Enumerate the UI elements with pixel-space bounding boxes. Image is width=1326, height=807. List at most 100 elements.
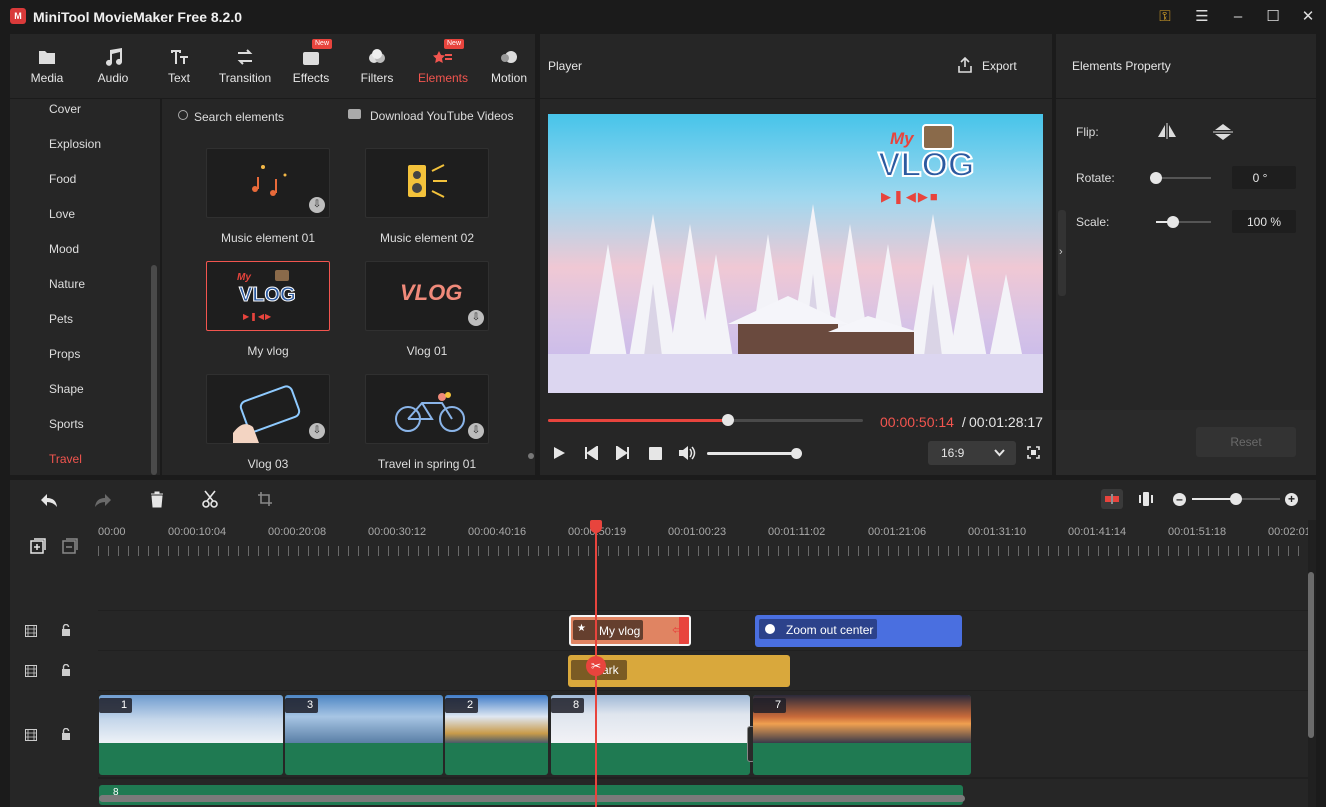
tab-elements[interactable]: New Elements: [410, 34, 476, 98]
category-item[interactable]: Sports: [49, 417, 84, 431]
close-button[interactable]: ✕: [1296, 6, 1320, 28]
clip-number: 7: [753, 698, 787, 713]
tab-text[interactable]: Text: [146, 34, 212, 98]
stop-icon[interactable]: [649, 447, 662, 460]
motion-clip-zoom-out[interactable]: Zoom out center: [755, 615, 962, 647]
element-clip-icon: ★: [577, 623, 586, 634]
tab-transition[interactable]: Transition: [212, 34, 278, 98]
category-item[interactable]: Cover: [49, 102, 81, 116]
redo-icon[interactable]: [94, 492, 112, 508]
category-item[interactable]: Mood: [49, 242, 79, 256]
element-thumb-music-02[interactable]: [365, 148, 489, 218]
zoom-knob[interactable]: [1230, 493, 1242, 505]
fit-timeline-icon[interactable]: [1139, 491, 1153, 507]
category-item[interactable]: Love: [49, 207, 75, 221]
collapse-handle[interactable]: ›: [1058, 210, 1066, 296]
vlog-small-text: My: [237, 272, 251, 283]
undo-icon[interactable]: [40, 492, 58, 508]
category-item-travel[interactable]: Travel: [49, 452, 82, 466]
scale-value: 100 %: [1246, 215, 1282, 229]
element-thumb-travel-spring-01[interactable]: ⇩: [365, 374, 489, 444]
vertical-scrollbar[interactable]: [1308, 572, 1314, 738]
category-item[interactable]: Nature: [49, 277, 85, 291]
tab-motion[interactable]: Motion: [476, 34, 542, 98]
element-thumb-vlog-01[interactable]: VLOG ⇩: [365, 261, 489, 331]
crop-icon[interactable]: [257, 491, 273, 507]
play-icon[interactable]: [552, 446, 566, 460]
element-label: Music element 02: [379, 231, 475, 245]
delete-icon[interactable]: [150, 491, 164, 508]
video-clip[interactable]: 1: [99, 695, 283, 775]
fullscreen-icon[interactable]: [1027, 446, 1040, 459]
lock-icon[interactable]: [61, 624, 71, 637]
lock-icon[interactable]: [61, 728, 71, 741]
time-separator: /: [958, 414, 970, 430]
menu-icon[interactable]: ☰: [1190, 6, 1214, 28]
element-thumb-my-vlog[interactable]: My VLOG ▶❚◀▶: [206, 261, 330, 331]
key-icon[interactable]: ⚿: [1153, 6, 1177, 28]
category-item[interactable]: Food: [49, 172, 76, 186]
rotate-knob[interactable]: [1150, 172, 1162, 184]
split-scissors-icon[interactable]: [202, 490, 218, 508]
zoom-in-icon[interactable]: +: [1285, 493, 1298, 506]
rotate-slider[interactable]: [1150, 172, 1211, 184]
category-item[interactable]: Pets: [49, 312, 73, 326]
download-icon[interactable]: ⇩: [468, 310, 484, 326]
progress-track[interactable]: [548, 414, 863, 426]
clip-number: 2: [445, 698, 479, 713]
progress-knob[interactable]: [721, 414, 734, 426]
flip-horizontal-icon[interactable]: [1156, 122, 1178, 140]
download-icon[interactable]: ⇩: [309, 423, 325, 439]
category-item[interactable]: Shape: [49, 382, 84, 396]
tab-effects[interactable]: New Effects: [278, 34, 344, 98]
effects-icon: [303, 52, 319, 65]
download-youtube-button[interactable]: Download YouTube Videos: [370, 109, 513, 123]
category-item[interactable]: Explosion: [49, 137, 101, 151]
download-icon[interactable]: ⇩: [468, 423, 484, 439]
video-clip[interactable]: 8: [551, 695, 750, 775]
search-input[interactable]: Search elements: [194, 110, 284, 124]
elements-library: Search elements Download YouTube Videos …: [162, 99, 535, 475]
snap-button[interactable]: [1101, 489, 1123, 509]
aspect-ratio-select[interactable]: 16:9: [928, 441, 1016, 465]
zoom-out-icon[interactable]: –: [1173, 493, 1186, 506]
tab-audio[interactable]: Audio: [80, 34, 146, 98]
previous-frame-icon[interactable]: [584, 446, 598, 460]
element-clip-my-vlog[interactable]: ★ My vlog ⇦: [569, 615, 691, 646]
ruler-tick: 00:00: [98, 526, 126, 538]
lock-icon[interactable]: [61, 664, 71, 677]
video-preview[interactable]: My VLOG ▶❚◀▶■: [548, 114, 1043, 393]
download-icon[interactable]: ⇩: [309, 197, 325, 213]
remove-track-icon[interactable]: [62, 538, 78, 554]
category-scrollbar[interactable]: [151, 265, 157, 475]
volume-icon[interactable]: [678, 445, 696, 461]
vlog-logo-text: VLOG: [239, 284, 297, 307]
export-button[interactable]: Export: [982, 59, 1017, 73]
scale-knob[interactable]: [1166, 216, 1179, 228]
playhead-handle[interactable]: [590, 520, 602, 533]
flip-vertical-icon[interactable]: [1212, 122, 1234, 142]
video-clip[interactable]: 2: [445, 695, 548, 775]
video-clip[interactable]: 7: [753, 695, 971, 775]
time-ruler[interactable]: 00:00 00:00:10:04 00:00:20:08 00:00:30:1…: [98, 520, 1308, 568]
split-scissors-icon[interactable]: ✂: [586, 656, 606, 676]
transition-arrows-icon: [237, 49, 253, 65]
element-thumb-vlog-03[interactable]: ⇩: [206, 374, 330, 444]
scale-input[interactable]: 100 %: [1232, 210, 1296, 233]
maximize-button[interactable]: ☐: [1261, 6, 1285, 28]
volume-knob[interactable]: [791, 448, 803, 459]
tab-media[interactable]: Media: [14, 34, 80, 98]
category-item[interactable]: Props: [49, 347, 80, 361]
tab-filters[interactable]: Filters: [344, 34, 410, 98]
volume-track[interactable]: [707, 448, 803, 459]
scale-slider[interactable]: [1156, 216, 1211, 228]
video-clip[interactable]: 3: [285, 695, 443, 775]
next-frame-icon[interactable]: [616, 446, 630, 460]
rotate-input[interactable]: 0 °: [1232, 166, 1296, 189]
reset-button[interactable]: Reset: [1196, 427, 1296, 457]
horizontal-scrollbar[interactable]: [99, 795, 965, 802]
minimize-button[interactable]: –: [1226, 6, 1250, 28]
add-track-icon[interactable]: [30, 538, 46, 554]
element-thumb-music-01[interactable]: ⇩: [206, 148, 330, 218]
zoom-slider[interactable]: [1192, 493, 1280, 505]
